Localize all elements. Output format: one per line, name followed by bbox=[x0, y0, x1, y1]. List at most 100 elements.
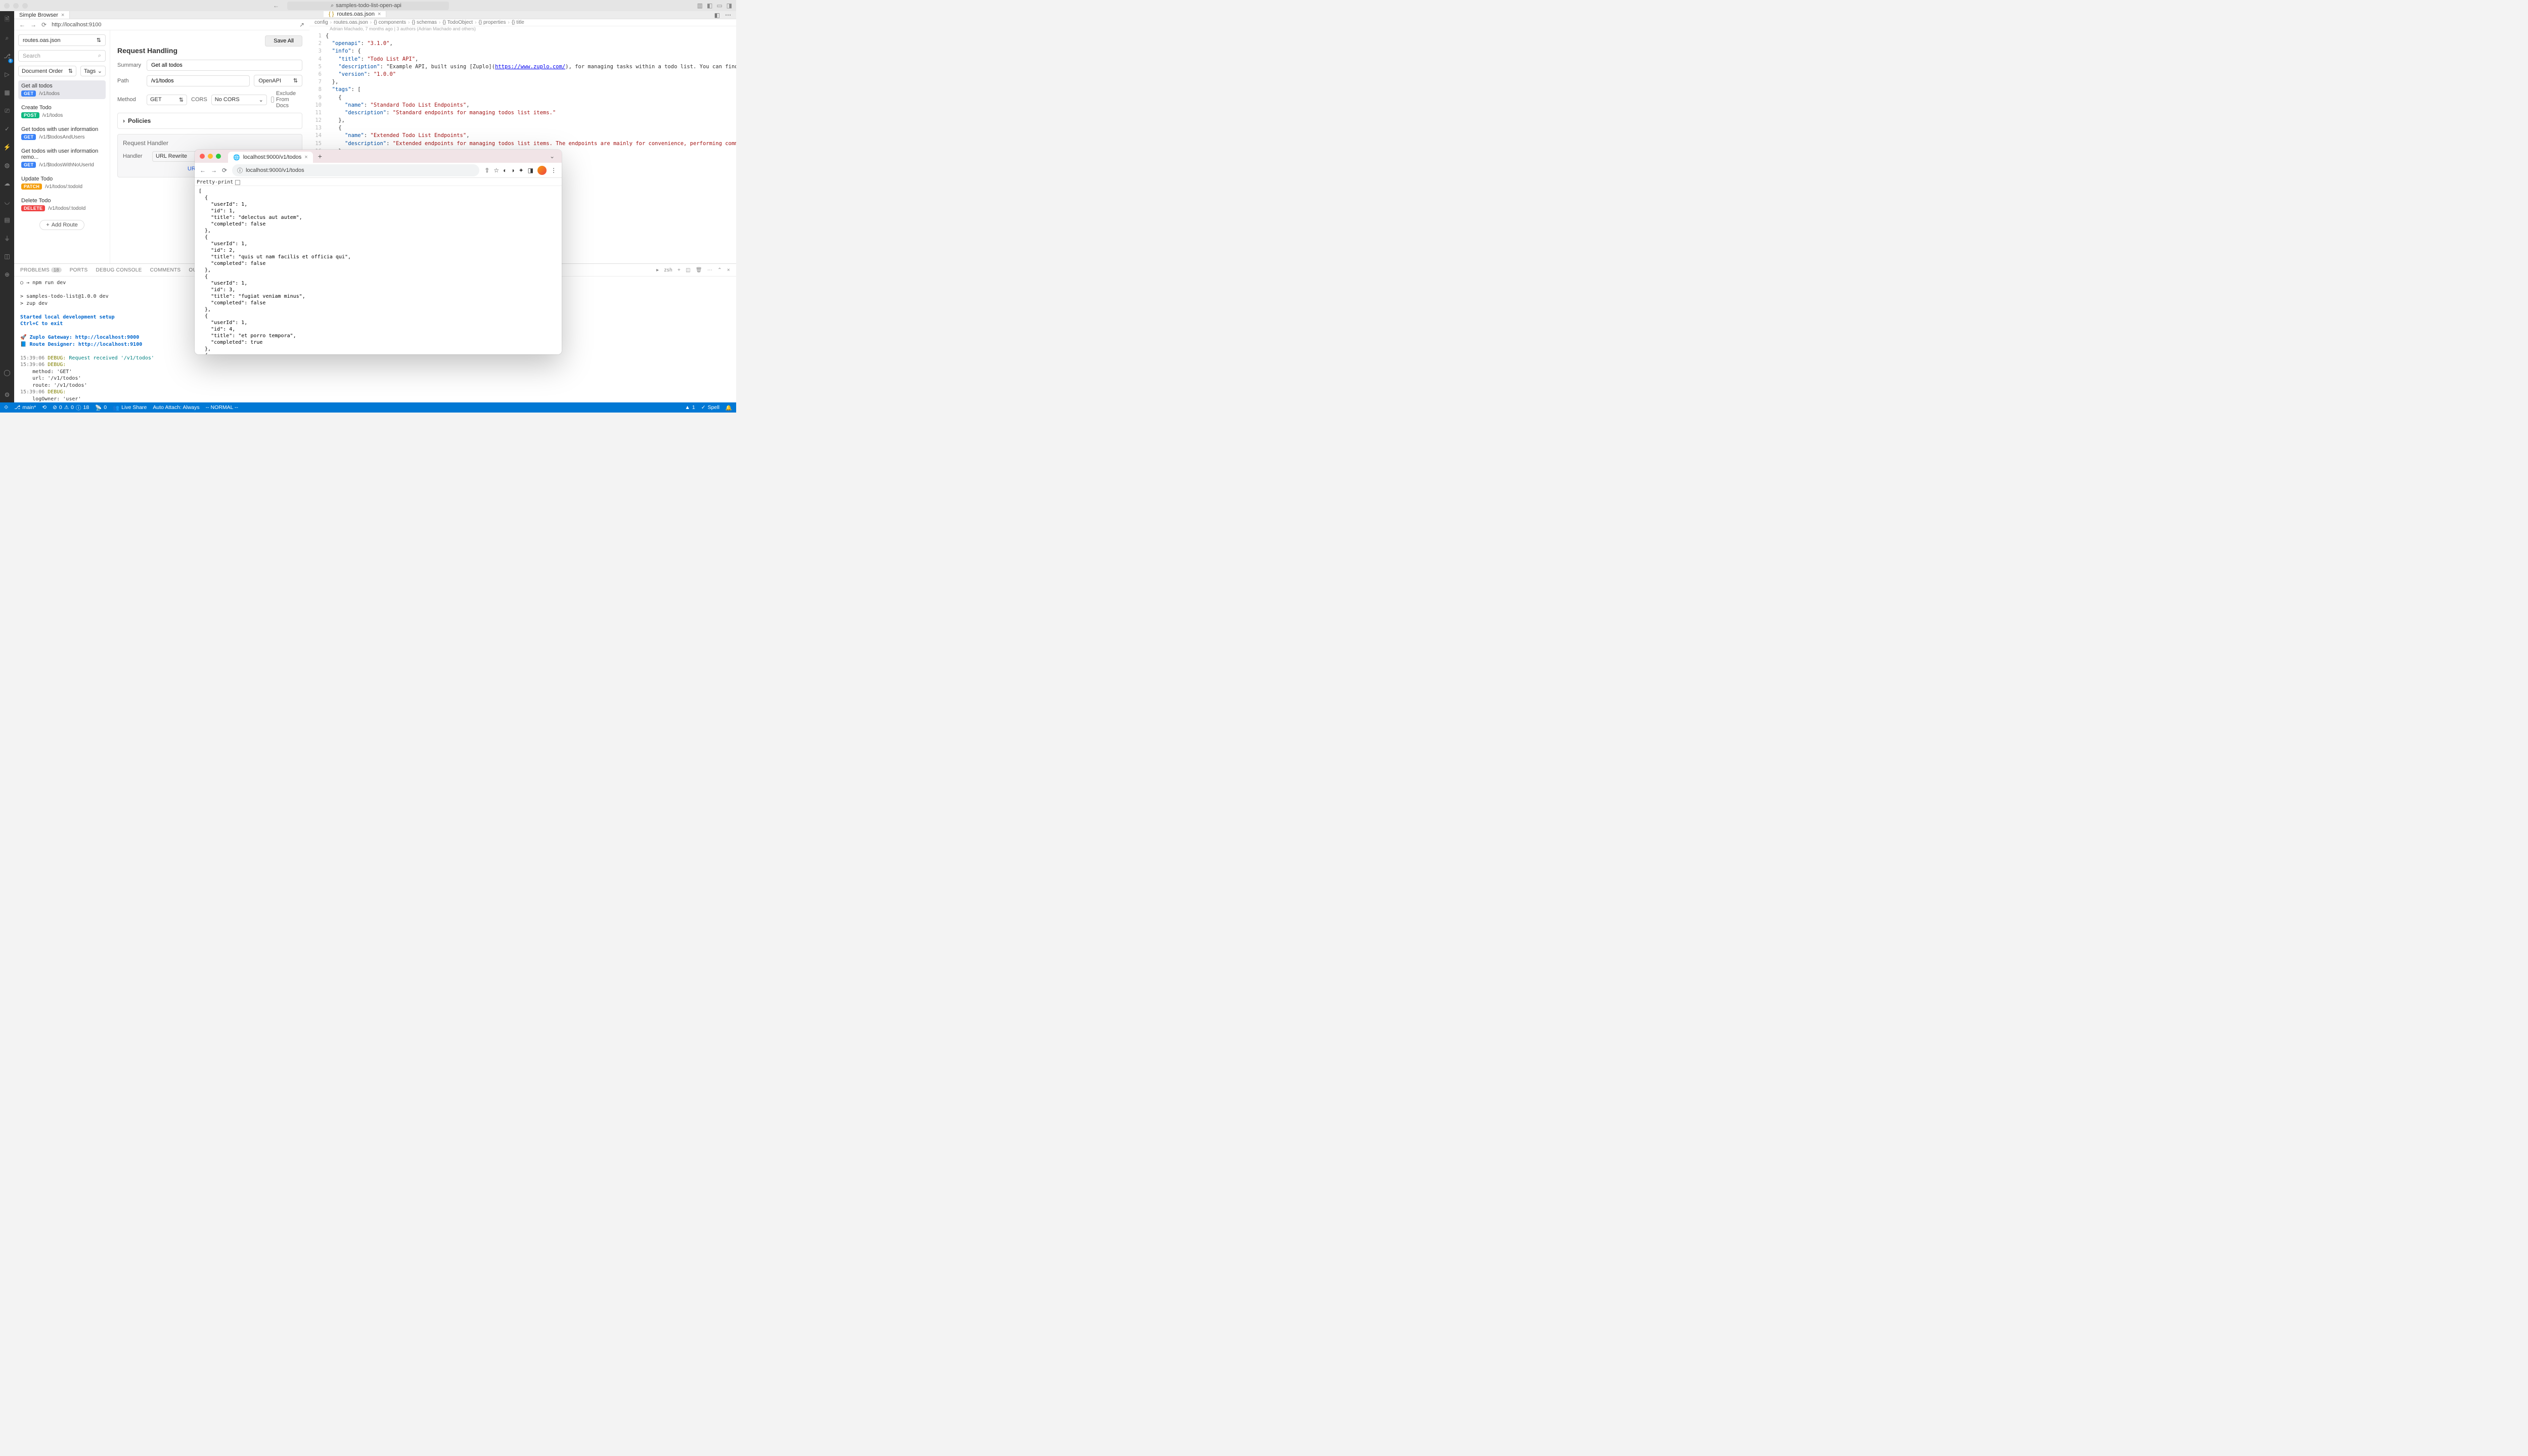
extensions-icon[interactable]: ▦ bbox=[3, 88, 12, 97]
new-terminal-icon[interactable]: + bbox=[678, 267, 681, 273]
close-panel-icon[interactable]: × bbox=[727, 267, 730, 273]
sort-selector[interactable]: Document Order ⇅ bbox=[18, 66, 76, 76]
branch-indicator[interactable]: ⎇ main* bbox=[14, 404, 36, 411]
close-tab-icon[interactable]: × bbox=[378, 11, 381, 17]
fwd-icon[interactable]: → bbox=[211, 167, 217, 174]
search-sidebar-icon[interactable]: ⌕ bbox=[3, 33, 12, 42]
extensions-puzzle-icon[interactable]: ✦ bbox=[519, 167, 524, 174]
package-icon[interactable]: ◫ bbox=[3, 252, 12, 261]
tab-comments[interactable]: COMMENTS bbox=[150, 266, 181, 274]
database-icon[interactable]: ◍ bbox=[3, 161, 12, 170]
chevron-down-icon[interactable]: ⌄ bbox=[550, 153, 559, 160]
back-icon[interactable]: ← bbox=[19, 21, 25, 28]
add-route-button[interactable]: + Add Route bbox=[39, 220, 84, 230]
extension-icon[interactable]: ◐ bbox=[503, 167, 507, 174]
chrome-window[interactable]: 🌐 localhost:9000/v1/todos × + ⌄ ← → ⟳ ⓘ … bbox=[195, 150, 562, 354]
close-tab-icon[interactable]: × bbox=[304, 154, 307, 160]
zoom-window-icon[interactable] bbox=[216, 154, 221, 159]
split-terminal-icon[interactable]: ◫ bbox=[686, 267, 691, 273]
book-icon[interactable]: ▤ bbox=[3, 215, 12, 224]
cors-selector[interactable]: No CORS ⌄ bbox=[211, 95, 267, 105]
explorer-icon[interactable]: 🗎 bbox=[3, 15, 12, 24]
spell-check[interactable]: ✓ Spell bbox=[701, 404, 719, 411]
more-actions-icon[interactable]: ⋯ bbox=[725, 11, 731, 18]
sync-icon[interactable]: ⟲ bbox=[42, 404, 47, 411]
pretty-print-toggle[interactable]: Pretty-print bbox=[195, 179, 562, 186]
plug-icon[interactable]: ⏚ bbox=[3, 234, 12, 243]
test-icon[interactable]: ✓ bbox=[3, 124, 12, 133]
tab-simple-browser[interactable]: Simple Browser × bbox=[14, 11, 70, 19]
address-bar[interactable]: ⓘ localhost:9000/v1/todos bbox=[232, 164, 479, 176]
back-icon[interactable]: ← bbox=[200, 167, 206, 174]
method-selector[interactable]: GET ⇅ bbox=[147, 95, 187, 105]
traffic-lights[interactable] bbox=[4, 3, 28, 9]
account-icon[interactable]: ◯ bbox=[3, 368, 12, 377]
exclude-docs-checkbox[interactable]: Exclude From Docs bbox=[271, 90, 296, 109]
fwd-icon[interactable]: → bbox=[30, 21, 36, 28]
maximize-panel-icon[interactable]: ⌃ bbox=[717, 267, 722, 273]
route-item[interactable]: Get todos with user information remo...G… bbox=[18, 146, 106, 170]
auto-attach[interactable]: Auto Attach: Always bbox=[153, 404, 199, 411]
tab-problems[interactable]: PROBLEMS 18 bbox=[20, 266, 62, 274]
file-selector[interactable]: routes.oas.json ⇅ bbox=[18, 34, 106, 46]
command-center[interactable]: ⌕ samples-todo-list-open-api bbox=[287, 2, 449, 10]
browser-url[interactable]: http://localhost:9100 bbox=[52, 22, 101, 28]
route-item[interactable]: Update TodoPATCH/v1/todos/:todoId bbox=[18, 173, 106, 192]
kill-terminal-icon[interactable]: 🗑 bbox=[696, 267, 702, 273]
tab-ports[interactable]: PORTS bbox=[70, 266, 88, 274]
profile-avatar[interactable] bbox=[537, 166, 547, 175]
close-window-icon[interactable] bbox=[4, 3, 10, 9]
summary-input[interactable] bbox=[147, 60, 302, 71]
bookmark-icon[interactable]: ☆ bbox=[493, 167, 499, 174]
extension-icon[interactable]: ◑ bbox=[511, 167, 514, 174]
live-share[interactable]: 👥 Live Share bbox=[113, 404, 147, 411]
minimize-window-icon[interactable] bbox=[208, 154, 213, 159]
feedback-icon[interactable]: 🔔 bbox=[726, 404, 732, 411]
site-info-icon[interactable]: ⓘ bbox=[237, 166, 243, 174]
minimize-window-icon[interactable] bbox=[13, 3, 19, 9]
bookmark-icon[interactable]: ◡ bbox=[3, 197, 12, 206]
run-debug-icon[interactable]: ▷ bbox=[3, 70, 12, 79]
thunder-icon[interactable]: ⚡ bbox=[3, 143, 12, 152]
sidepanel-icon[interactable]: ◨ bbox=[528, 167, 533, 174]
route-item[interactable]: Create TodoPOST/v1/todos bbox=[18, 102, 106, 121]
chrome-tab[interactable]: 🌐 localhost:9000/v1/todos × bbox=[228, 152, 313, 163]
tab-routes-json[interactable]: { } routes.oas.json × bbox=[324, 11, 386, 17]
share-icon[interactable]: ⇧ bbox=[484, 167, 489, 174]
terminal-shell-name[interactable]: zsh bbox=[664, 267, 672, 273]
editor-breadcrumb[interactable]: config›routes.oas.json›{} components›{} … bbox=[309, 19, 736, 26]
save-all-button[interactable]: Save All bbox=[265, 35, 302, 47]
more-icon[interactable]: ⋯ bbox=[707, 267, 712, 273]
globe-icon[interactable]: ⊕ bbox=[3, 270, 12, 279]
close-window-icon[interactable] bbox=[200, 154, 205, 159]
open-external-icon[interactable]: ↗ bbox=[299, 21, 304, 28]
layout-right-icon[interactable]: ◨ bbox=[727, 2, 732, 9]
tab-debug-console[interactable]: DEBUG CONSOLE bbox=[96, 266, 142, 274]
reload-icon[interactable]: ⟳ bbox=[222, 167, 227, 174]
remote-icon[interactable]: ⎚ bbox=[3, 106, 12, 115]
close-tab-icon[interactable]: × bbox=[61, 12, 64, 18]
route-item[interactable]: Get all todosGET/v1/todos bbox=[18, 80, 106, 99]
settings-gear-icon[interactable]: ⚙ bbox=[3, 390, 12, 399]
path-input[interactable] bbox=[147, 75, 250, 86]
route-search[interactable]: Search ⌕ bbox=[18, 50, 106, 62]
new-tab-button[interactable]: + bbox=[315, 152, 325, 160]
diagnostics[interactable]: ⊘ 0 ⚠ 0 ⓘ 18 bbox=[53, 404, 89, 412]
checkbox-icon[interactable] bbox=[235, 180, 240, 185]
route-item[interactable]: Delete TodoDELETE/v1/todos/:todoId bbox=[18, 195, 106, 214]
notifications-badge[interactable]: ▲ 1 bbox=[685, 404, 695, 411]
json-response[interactable]: [ { "userId": 1, "id": 1, "title": "dele… bbox=[195, 186, 562, 354]
remote-indicator[interactable]: ⟐ bbox=[4, 404, 8, 411]
layout-bottom-icon[interactable]: ▭ bbox=[716, 2, 722, 9]
layout-sidebar-icon[interactable]: ◧ bbox=[707, 2, 712, 9]
route-item[interactable]: Get todos with user informationGET/v1/$t… bbox=[18, 124, 106, 143]
cloud-icon[interactable]: ☁ bbox=[3, 179, 12, 188]
policies-section[interactable]: › Policies bbox=[117, 113, 302, 129]
openapi-selector[interactable]: OpenAPI ⇅ bbox=[254, 75, 302, 86]
tags-filter[interactable]: Tags ⌄ bbox=[80, 66, 106, 76]
zoom-window-icon[interactable] bbox=[22, 3, 28, 9]
split-editor-icon[interactable]: ◧ bbox=[714, 12, 720, 19]
reload-icon[interactable]: ⟳ bbox=[41, 21, 47, 28]
layout-panel-icon[interactable]: ▥ bbox=[697, 2, 703, 9]
ports-status[interactable]: 📡 0 bbox=[95, 404, 107, 411]
